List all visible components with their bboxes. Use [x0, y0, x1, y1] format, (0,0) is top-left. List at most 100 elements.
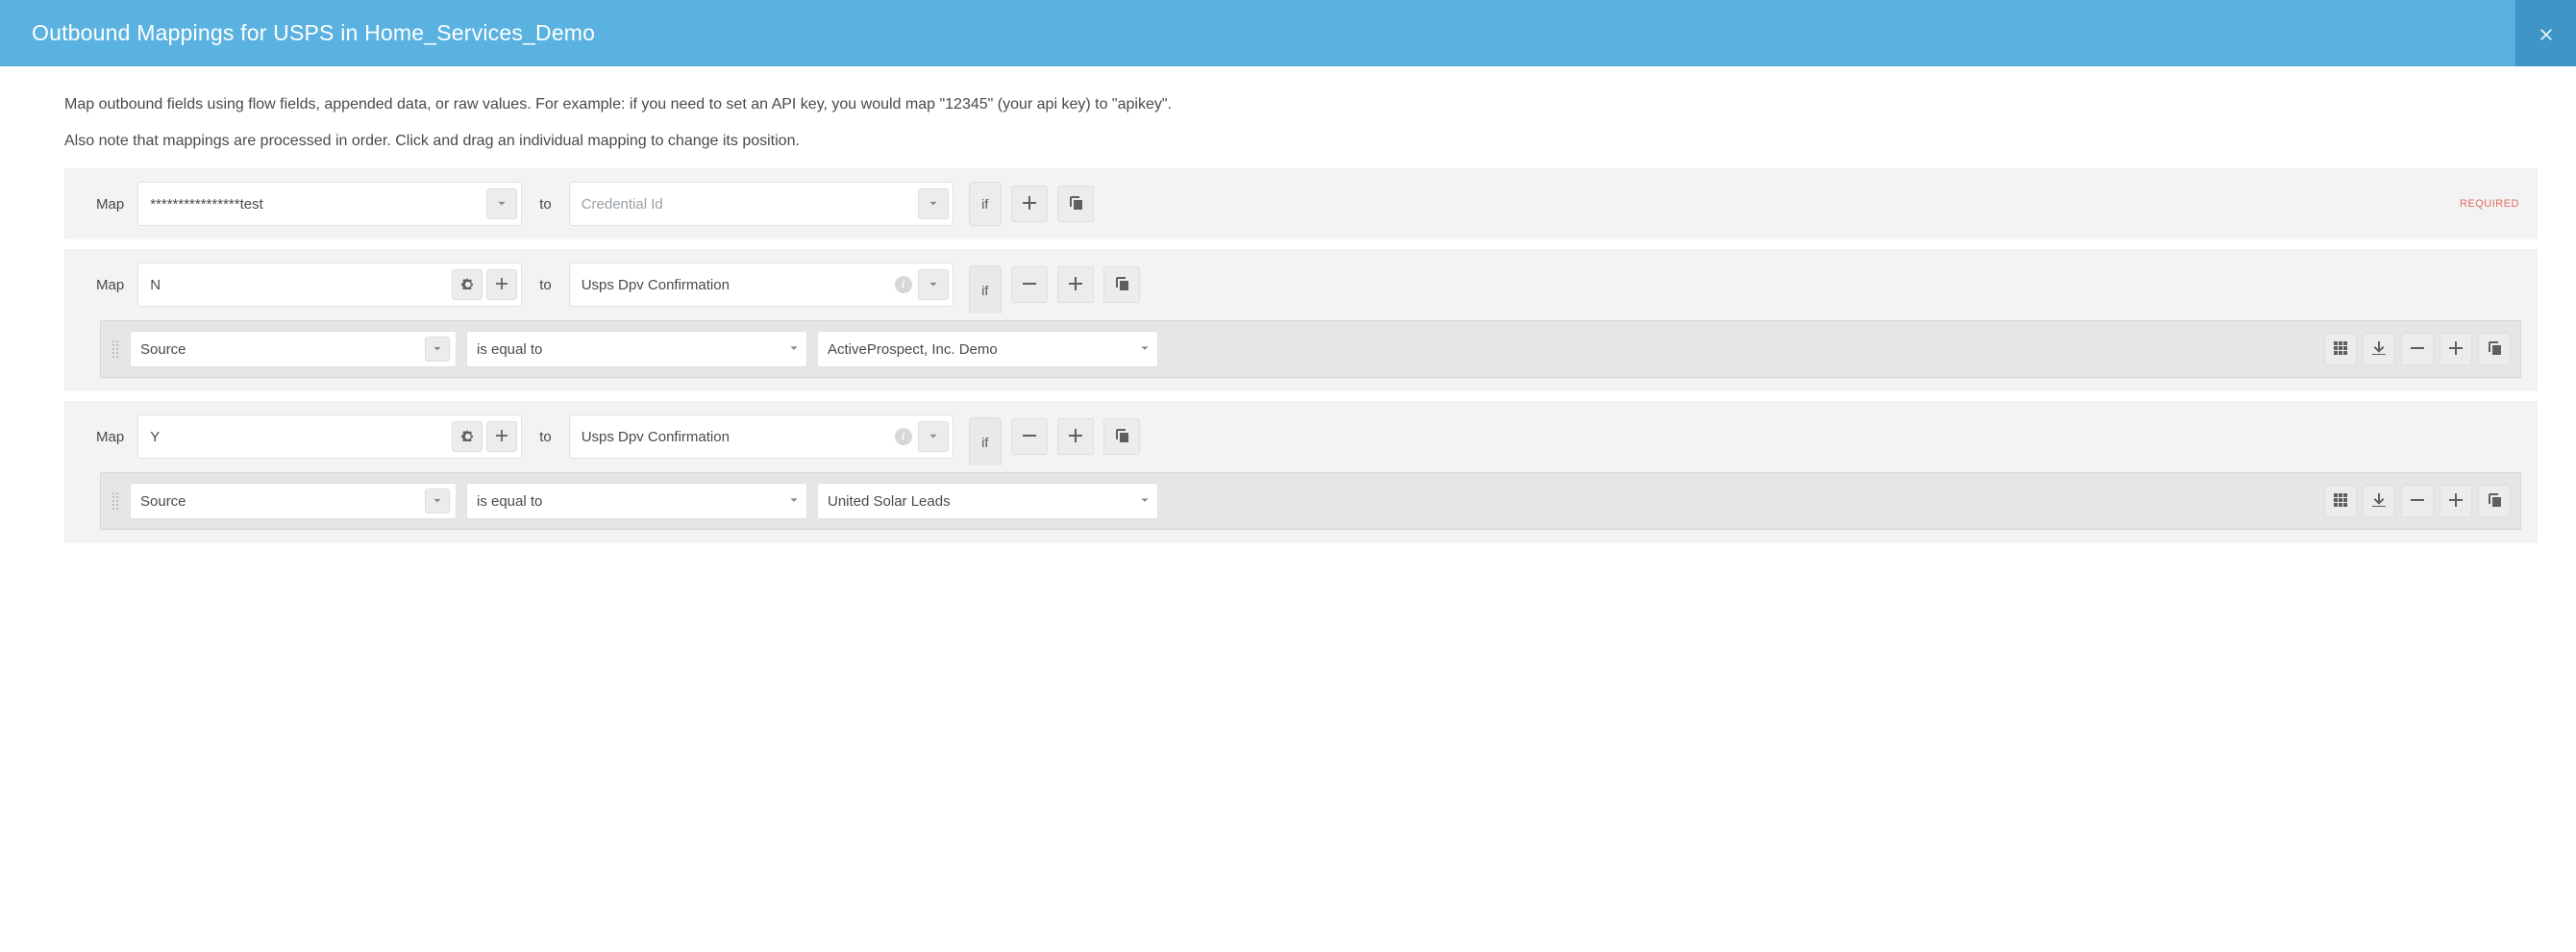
drag-handle[interactable]	[73, 428, 83, 445]
copy-icon	[1069, 196, 1082, 213]
minus-icon	[1023, 429, 1036, 445]
source-dropdown-button[interactable]	[486, 188, 517, 219]
info-icon[interactable]: i	[895, 428, 912, 445]
copy-icon	[1115, 277, 1128, 293]
source-add-button[interactable]	[486, 421, 517, 452]
rule-row: Source is equal to ActiveProspect, Inc. De…	[100, 320, 2521, 378]
source-add-button[interactable]	[486, 269, 517, 300]
info-icon[interactable]: i	[895, 276, 912, 293]
mapping-row: MaptoCredential IdifREQUIRED	[64, 168, 2538, 239]
rule-row: Source is equal to United Solar Leads	[100, 472, 2521, 530]
rule-value-text: ActiveProspect, Inc. Demo	[828, 341, 998, 358]
drag-handle[interactable]	[73, 276, 83, 293]
source-settings-button[interactable]	[452, 421, 483, 452]
chevron-down-icon	[789, 493, 799, 510]
if-chip[interactable]: if	[969, 265, 1002, 313]
intro-text: Map outbound fields using flow fields, a…	[64, 93, 2538, 153]
mapping-row: Map to Usps Dpv Confirmationi if Source is eq…	[64, 401, 2538, 543]
target-field[interactable]: Usps Dpv Confirmationi	[569, 414, 954, 459]
if-chip[interactable]: if	[969, 417, 1002, 465]
grid-button[interactable]	[2324, 333, 2357, 365]
source-input[interactable]	[138, 263, 452, 306]
chevron-down-icon	[929, 196, 938, 212]
drag-handle[interactable]	[111, 492, 120, 510]
target-dropdown-button[interactable]	[918, 269, 949, 300]
minus-icon	[1023, 277, 1036, 293]
chevron-down-icon	[929, 277, 938, 292]
plus-icon	[2449, 341, 2463, 358]
remove-button[interactable]	[2401, 333, 2434, 365]
close-icon	[2538, 25, 2555, 42]
duplicate-button[interactable]	[1103, 418, 1140, 455]
rule-actions	[2324, 333, 2511, 365]
grid-icon	[2334, 341, 2347, 358]
chevron-down-icon	[497, 196, 507, 212]
minus-icon	[2411, 493, 2424, 510]
add-button[interactable]	[2440, 333, 2472, 365]
rule-operator-value: is equal to	[477, 341, 542, 358]
plus-icon	[1069, 429, 1082, 445]
target-dropdown-button[interactable]	[918, 188, 949, 219]
if-chip[interactable]: if	[969, 182, 1002, 226]
target-dropdown-button[interactable]	[918, 421, 949, 452]
source-field	[137, 182, 522, 226]
rule-value-text: United Solar Leads	[828, 493, 951, 510]
close-button[interactable]	[2515, 0, 2576, 66]
source-field	[137, 263, 522, 307]
source-input[interactable]	[138, 183, 486, 225]
plus-icon	[496, 277, 508, 292]
gear-icon	[461, 429, 473, 444]
target-value: Usps Dpv Confirmation	[570, 415, 895, 458]
duplicate-button[interactable]	[1057, 186, 1094, 222]
to-label: to	[532, 429, 559, 445]
drag-handle[interactable]	[73, 195, 83, 213]
add-button[interactable]	[2440, 485, 2472, 517]
add-button[interactable]	[1057, 266, 1094, 303]
chevron-down-icon	[425, 489, 450, 514]
add-button[interactable]	[1057, 418, 1094, 455]
target-value: Usps Dpv Confirmation	[570, 263, 895, 306]
copy-icon	[2488, 493, 2501, 510]
source-field	[137, 414, 522, 459]
duplicate-button[interactable]	[1103, 266, 1140, 303]
source-input[interactable]	[138, 415, 452, 458]
required-label: REQUIRED	[2460, 198, 2519, 210]
duplicate-button[interactable]	[2478, 485, 2511, 517]
remove-button[interactable]	[1011, 418, 1048, 455]
copy-icon	[1115, 429, 1128, 445]
rule-field-select[interactable]: Source	[130, 331, 457, 367]
chevron-down-icon	[789, 341, 799, 358]
intro-line-2: Also note that mappings are processed in…	[64, 130, 2538, 153]
rule-operator-select[interactable]: is equal to	[466, 331, 807, 367]
to-label: to	[532, 277, 559, 293]
rule-section: Source is equal to United Solar Leads	[65, 472, 2537, 543]
map-label: Map	[92, 429, 128, 445]
chevron-down-icon	[1140, 341, 1150, 358]
target-field[interactable]: Usps Dpv Confirmationi	[569, 263, 954, 307]
grid-button[interactable]	[2324, 485, 2357, 517]
target-field[interactable]: Credential Id	[569, 182, 954, 226]
insert-button[interactable]	[2363, 333, 2395, 365]
remove-button[interactable]	[1011, 266, 1048, 303]
dialog-title: Outbound Mappings for USPS in Home_Servi…	[32, 20, 595, 46]
source-settings-button[interactable]	[452, 269, 483, 300]
grid-icon	[2334, 493, 2347, 510]
drag-handle[interactable]	[111, 340, 120, 358]
insert-button[interactable]	[2363, 485, 2395, 517]
add-button[interactable]	[1011, 186, 1048, 222]
insert-icon	[2372, 493, 2386, 510]
rule-operator-select[interactable]: is equal to	[466, 483, 807, 519]
copy-icon	[2488, 341, 2501, 358]
rule-field-select[interactable]: Source	[130, 483, 457, 519]
target-placeholder: Credential Id	[570, 183, 918, 225]
chevron-down-icon	[929, 429, 938, 444]
rule-field-value: Source	[140, 493, 186, 510]
rule-value-select[interactable]: United Solar Leads	[817, 483, 1158, 519]
rule-value-select[interactable]: ActiveProspect, Inc. Demo	[817, 331, 1158, 367]
duplicate-button[interactable]	[2478, 333, 2511, 365]
mapping-row: MaptoUsps Dpv ConfirmationiifSourceis eq…	[64, 249, 2538, 391]
rule-actions	[2324, 485, 2511, 517]
remove-button[interactable]	[2401, 485, 2434, 517]
intro-line-1: Map outbound fields using flow fields, a…	[64, 93, 2538, 116]
to-label: to	[532, 196, 559, 213]
